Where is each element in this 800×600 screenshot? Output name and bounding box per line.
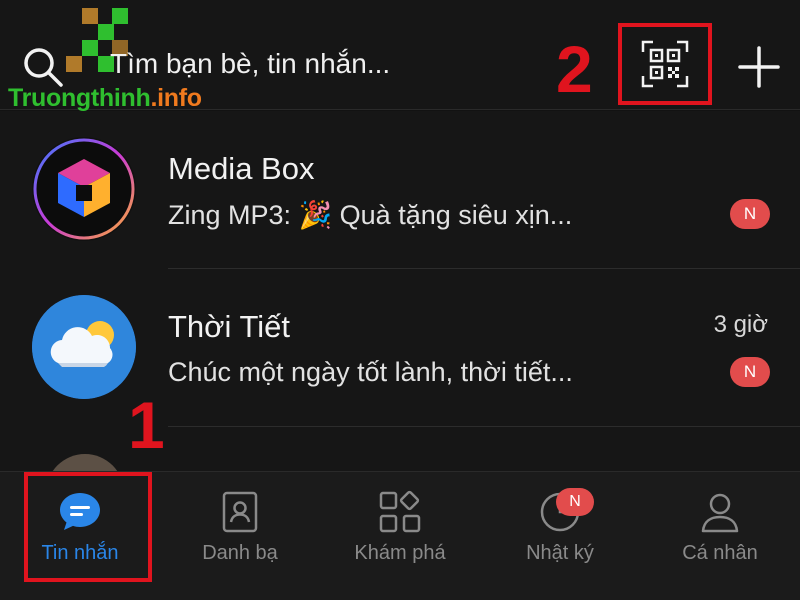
media-box-logo-icon xyxy=(33,138,135,240)
avatar xyxy=(32,295,136,399)
discover-grid-icon xyxy=(379,490,421,533)
tab-contacts[interactable]: Danh bạ xyxy=(160,472,320,600)
user-profile-icon xyxy=(701,493,739,533)
unread-badge: N xyxy=(730,357,770,387)
search-icon[interactable] xyxy=(22,46,64,88)
tab-profile[interactable]: Cá nhân xyxy=(640,472,800,600)
contacts-icon xyxy=(222,491,258,533)
watermark-text: Truongthinh.info xyxy=(8,84,202,112)
tab-label: Nhật ký xyxy=(526,542,594,564)
tab-label: Cá nhân xyxy=(682,542,758,564)
qr-code-icon xyxy=(641,40,689,88)
tab-label: Danh bạ xyxy=(202,542,278,564)
conversation-preview: Zing MP3: 🎉 Quà tặng siêu xịn... xyxy=(168,200,573,230)
avatar xyxy=(32,137,136,241)
unread-badge: N xyxy=(730,199,770,229)
conversation-row-thoi-tiet[interactable]: Thời Tiết 3 giờ Chúc một ngày tốt lành, … xyxy=(0,269,800,427)
top-header: Tìm bạn bè, tin nhắn... 2 Truongthinh.in… xyxy=(0,0,800,112)
add-plus-icon[interactable] xyxy=(736,44,782,90)
conversation-time: 3 giờ xyxy=(713,311,768,338)
timeline-badge: N xyxy=(556,488,594,516)
tab-label: Khám phá xyxy=(354,542,446,564)
weather-cloud-icon xyxy=(32,295,136,399)
tab-timeline[interactable]: N Nhật ký xyxy=(480,472,640,600)
conversation-list: Media Box Zing MP3: 🎉 Quà tặng siêu xịn.… xyxy=(0,111,800,471)
annotation-step-1: 1 xyxy=(128,388,165,462)
tab-discover[interactable]: Khám phá xyxy=(320,472,480,600)
conversation-row-media-box[interactable]: Media Box Zing MP3: 🎉 Quà tặng siêu xịn.… xyxy=(0,111,800,269)
qr-scan-button[interactable] xyxy=(618,23,712,105)
search-input[interactable]: Tìm bạn bè, tin nhắn... xyxy=(110,48,390,80)
annotation-step-2: 2 xyxy=(556,32,593,106)
conversation-preview: Chúc một ngày tốt lành, thời tiết... xyxy=(168,357,573,387)
conversation-title: Media Box xyxy=(168,151,315,186)
partial-avatar xyxy=(46,454,124,471)
row-divider xyxy=(168,426,800,427)
annotation-highlight-box xyxy=(24,472,152,582)
conversation-title: Thời Tiết xyxy=(168,309,290,344)
